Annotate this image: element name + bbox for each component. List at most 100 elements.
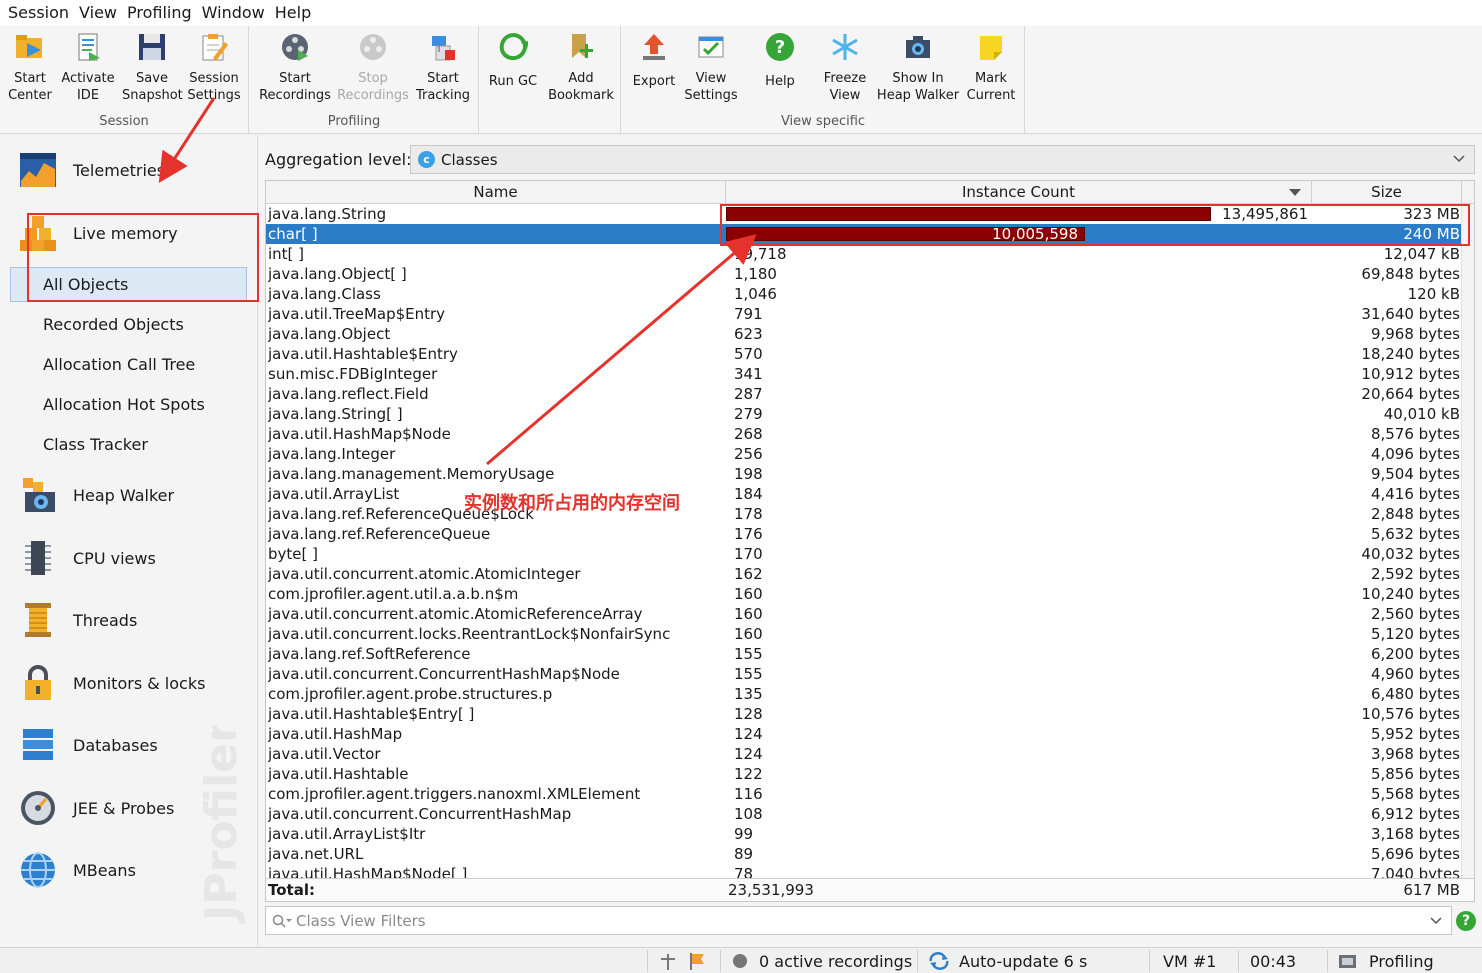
table-row[interactable]: java.util.concurrent.ConcurrentHashMap$N… xyxy=(266,664,1462,684)
cell-instance-count: 791 xyxy=(734,305,763,323)
stop-recordings-button[interactable]: Stop Recordings xyxy=(336,30,410,104)
mark-current-button[interactable]: Mark Current xyxy=(964,30,1018,104)
table-row[interactable]: int[ ] 19,718 12,047 kB xyxy=(266,244,1462,264)
table-row[interactable]: com.jprofiler.agent.probe.structures.p 13… xyxy=(266,684,1462,704)
table-row[interactable]: java.util.HashMap 124 5,952 bytes xyxy=(266,724,1462,744)
table-row[interactable]: java.lang.Integer 256 4,096 bytes xyxy=(266,444,1462,464)
activate-ide-button[interactable]: Activate IDE xyxy=(60,30,116,104)
sidebar-item-databases[interactable]: Databases xyxy=(18,725,158,765)
pin-icon[interactable] xyxy=(658,948,678,973)
save-snapshot-button[interactable]: Save Snapshot xyxy=(122,30,183,104)
auto-update-status[interactable]: Auto-update 6 s xyxy=(928,948,1087,973)
table-row[interactable]: sun.misc.FDBigInteger 341 10,912 bytes xyxy=(266,364,1462,384)
total-count: 23,531,993 xyxy=(728,881,814,899)
sidebar-item-recorded-objects[interactable]: Recorded Objects xyxy=(43,315,184,334)
table-row[interactable]: java.util.concurrent.locks.ReentrantLock… xyxy=(266,624,1462,644)
view-settings-button[interactable]: View Settings xyxy=(682,30,740,104)
table-row[interactable]: java.util.HashMap$Node[ ] 78 7,040 bytes xyxy=(266,864,1462,878)
table-row[interactable]: java.lang.ref.ReferenceQueue$Lock 178 2,84… xyxy=(266,504,1462,524)
cell-size: 9,968 bytes xyxy=(1370,325,1460,343)
sidebar-item-telemetries[interactable]: Telemetries xyxy=(18,150,165,190)
menu-profiling[interactable]: Profiling xyxy=(123,0,196,26)
cell-class-name: java.lang.reflect.Field xyxy=(268,385,429,403)
export-button[interactable]: Export xyxy=(630,30,678,90)
sidebar-item-heap-walker[interactable]: Heap Walker xyxy=(18,475,174,515)
table-row[interactable]: java.util.Hashtable 122 5,856 bytes xyxy=(266,764,1462,784)
table-row[interactable]: java.lang.reflect.Field 287 20,664 bytes xyxy=(266,384,1462,404)
cell-size: 3,968 bytes xyxy=(1370,745,1460,763)
sidebar-item-monitors-locks[interactable]: Monitors & locks xyxy=(18,663,205,703)
sidebar-item-class-tracker[interactable]: Class Tracker xyxy=(43,435,148,454)
menu-window[interactable]: Window xyxy=(198,0,269,26)
table-row[interactable]: java.util.concurrent.atomic.AtomicRefere… xyxy=(266,604,1462,624)
recording-dot-icon xyxy=(733,954,747,968)
table-row[interactable]: java.util.ArrayList 184 4,416 bytes xyxy=(266,484,1462,504)
cell-class-name: java.util.TreeMap$Entry xyxy=(268,305,446,323)
freeze-view-button[interactable]: Freeze View xyxy=(820,30,870,104)
table-row[interactable]: java.util.concurrent.atomic.AtomicIntege… xyxy=(266,564,1462,584)
status-separator xyxy=(917,950,918,972)
cell-class-name: java.lang.String[ ] xyxy=(268,405,403,423)
help-button[interactable]: ? Help xyxy=(758,30,802,90)
table-row[interactable]: com.jprofiler.agent.triggers.nanoxml.XML… xyxy=(266,784,1462,804)
sidebar-item-jee-probes[interactable]: JEE & Probes xyxy=(18,788,174,828)
table-row[interactable]: java.util.TreeMap$Entry 791 31,640 bytes xyxy=(266,304,1462,324)
film-reel-icon xyxy=(278,30,312,64)
cell-class-name: java.util.ArrayList$Itr xyxy=(268,825,426,843)
table-row[interactable]: java.lang.String[ ] 279 40,010 kB xyxy=(266,404,1462,424)
table-row[interactable]: java.util.Hashtable$Entry[ ] 128 10,576 by… xyxy=(266,704,1462,724)
cell-size: 18,240 bytes xyxy=(1361,345,1460,363)
cell-class-name: com.jprofiler.agent.triggers.nanoxml.XML… xyxy=(268,785,641,803)
menu-help[interactable]: Help xyxy=(271,0,315,26)
table-row[interactable]: com.jprofiler.agent.util.a.a.b.n$m 160 10,… xyxy=(266,584,1462,604)
sidebar-label-cpu-views: CPU views xyxy=(73,548,156,568)
table-row[interactable]: java.util.HashMap$Node 268 8,576 bytes xyxy=(266,424,1462,444)
column-header-size[interactable]: Size xyxy=(1312,181,1462,204)
table-row[interactable]: java.lang.Object[ ] 1,180 69,848 bytes xyxy=(266,264,1462,284)
flag-icon[interactable] xyxy=(687,948,707,973)
aggregation-select[interactable]: c Classes xyxy=(410,145,1475,174)
session-settings-button[interactable]: Session Settings xyxy=(186,30,242,104)
menu-session[interactable]: Session xyxy=(4,0,73,26)
menu-view[interactable]: View xyxy=(75,0,121,26)
filter-chevron-down-icon[interactable] xyxy=(1429,914,1443,928)
sidebar-item-mbeans[interactable]: MBeans xyxy=(18,850,136,890)
filter-help-icon[interactable]: ? xyxy=(1456,911,1476,931)
cell-size: 120 kB xyxy=(1407,285,1460,303)
profiling-mode-status: Profiling xyxy=(1338,948,1434,973)
table-row[interactable]: java.util.concurrent.ConcurrentHashMap 10… xyxy=(266,804,1462,824)
table-row[interactable]: java.lang.management.MemoryUsage 198 9,504… xyxy=(266,464,1462,484)
table-row[interactable]: java.lang.Class 1,046 120 kB xyxy=(266,284,1462,304)
table-body: java.lang.String 13,495,861 323 MB char[ ] 1… xyxy=(266,204,1474,878)
cell-instance-count: 184 xyxy=(734,485,763,503)
table-row[interactable]: java.util.ArrayList$Itr 99 3,168 bytes xyxy=(266,824,1462,844)
table-row[interactable]: java.lang.ref.SoftReference 155 6,200 byte… xyxy=(266,644,1462,664)
sidebar-item-allocation-call-tree[interactable]: Allocation Call Tree xyxy=(43,355,195,374)
sidebar-item-threads[interactable]: Threads xyxy=(18,600,137,640)
cell-instance-count: 178 xyxy=(734,505,763,523)
cell-class-name: java.util.concurrent.atomic.AtomicIntege… xyxy=(268,565,581,583)
run-gc-button[interactable]: Run GC xyxy=(486,30,540,90)
sidebar-item-cpu-views[interactable]: CPU views xyxy=(18,538,156,578)
session-settings-icon xyxy=(197,30,231,64)
view-settings-icon xyxy=(694,30,728,64)
start-recordings-button[interactable]: Start Recordings xyxy=(258,30,332,104)
sidebar-item-allocation-hot-spots[interactable]: Allocation Hot Spots xyxy=(43,395,205,414)
table-row[interactable]: java.lang.Object 623 9,968 bytes xyxy=(266,324,1462,344)
toolbar-group-session: Start Center Activate IDE Save Snapshot Ses… xyxy=(0,26,249,134)
table-row[interactable]: java.lang.ref.ReferenceQueue 176 5,632 byt… xyxy=(266,524,1462,544)
table-row[interactable]: java.util.Hashtable$Entry 570 18,240 bytes xyxy=(266,344,1462,364)
table-row[interactable]: java.net.URL 89 5,696 bytes xyxy=(266,844,1462,864)
add-bookmark-button[interactable]: Add Bookmark xyxy=(548,30,614,104)
table-row[interactable]: java.util.Vector 124 3,968 bytes xyxy=(266,744,1462,764)
show-in-heap-walker-button[interactable]: Show In Heap Walker xyxy=(876,30,960,104)
column-header-instance-count[interactable]: Instance Count xyxy=(726,181,1312,204)
vertical-scrollbar[interactable] xyxy=(1461,204,1474,878)
column-header-name[interactable]: Name xyxy=(266,181,726,204)
start-tracking-button[interactable]: Start Tracking xyxy=(414,30,472,104)
table-row[interactable]: byte[ ] 170 40,032 bytes xyxy=(266,544,1462,564)
start-center-button[interactable]: Start Center xyxy=(6,30,54,104)
export-icon xyxy=(637,30,671,64)
class-view-filter-input[interactable]: Class View Filters xyxy=(265,906,1452,935)
chevron-down-icon xyxy=(1453,155,1465,163)
